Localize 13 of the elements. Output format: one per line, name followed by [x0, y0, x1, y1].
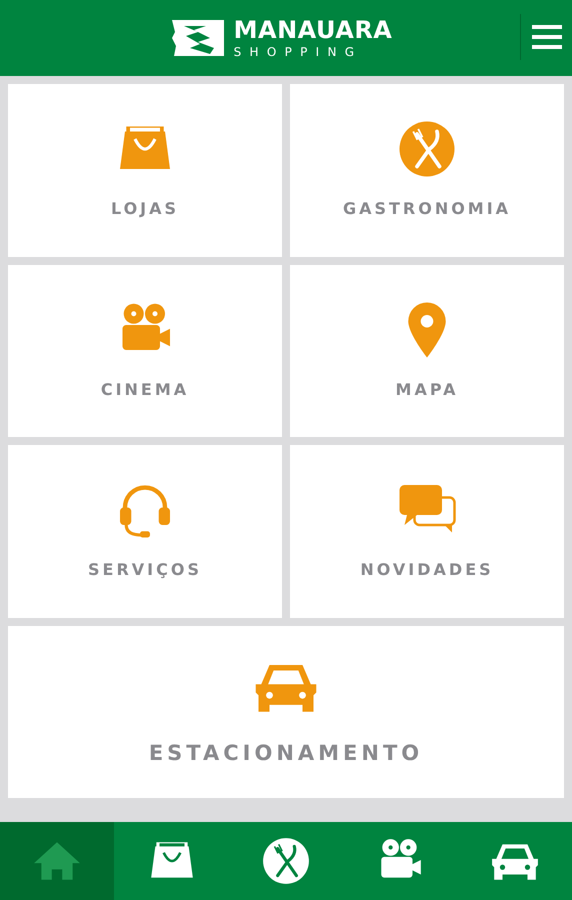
fork-knife-icon [397, 119, 457, 180]
menu-icon [532, 25, 562, 49]
menu-tile[interactable]: MAPA [290, 264, 564, 437]
menu-tile[interactable]: GASTRONOMIA [290, 84, 564, 256]
brand-name: MANAUARA [234, 18, 392, 42]
brand-subtitle: SHOPPING [234, 46, 364, 58]
menu-tile[interactable]: ESTACIONAMENTO [8, 626, 564, 798]
menu-tile[interactable]: NOVIDADES [290, 445, 564, 618]
menu-tile[interactable]: CINEMA [8, 264, 282, 437]
menu-tile[interactable]: SERVIÇOS [8, 445, 282, 618]
menu-tile[interactable]: LOJAS [8, 84, 282, 256]
fork-knife-icon [261, 836, 312, 886]
logo-icon [170, 18, 226, 58]
